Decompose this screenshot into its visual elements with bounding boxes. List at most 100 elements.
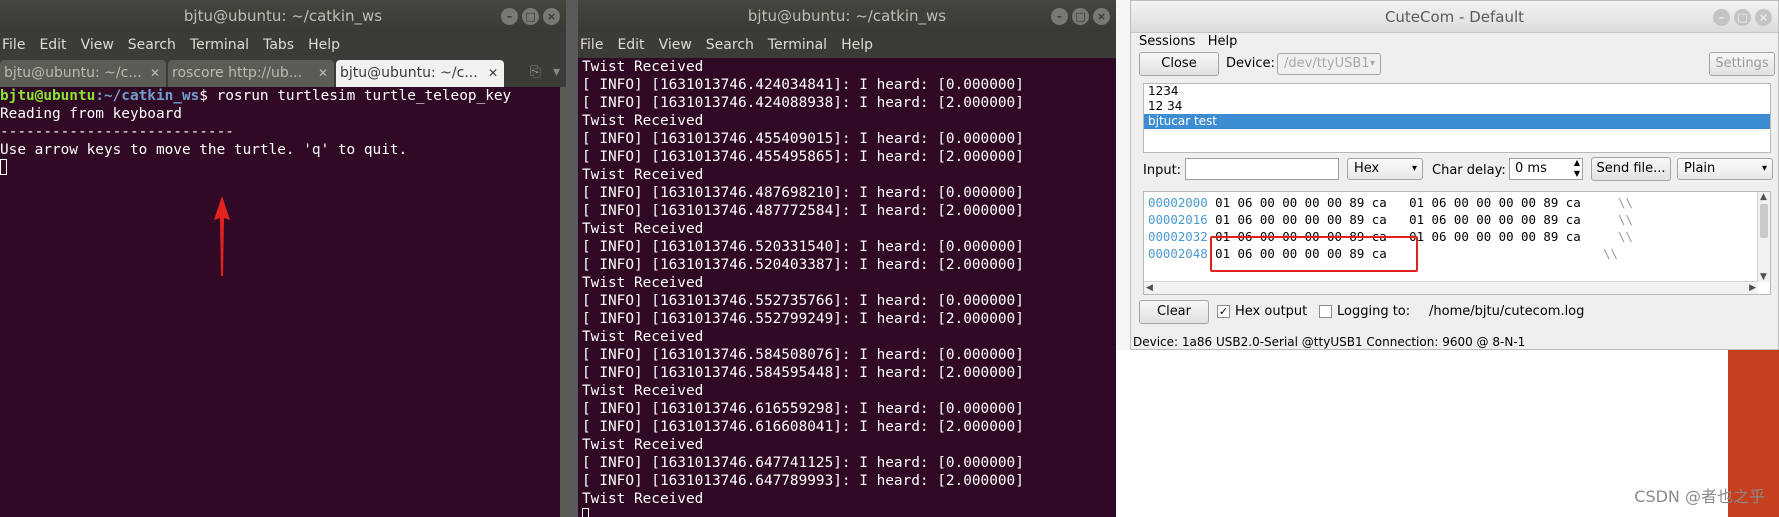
terminal-line: [ INFO] [1631013746.584595448]: I heard:… xyxy=(582,365,1024,381)
menu-view[interactable]: View xyxy=(659,32,692,58)
terminal-line: [ INFO] [1631013746.520403387]: I heard:… xyxy=(582,257,1024,273)
tab-close-icon[interactable]: ✕ xyxy=(150,60,160,87)
terminal-line: Use arrow keys to move the turtle. 'q' t… xyxy=(0,142,408,158)
tab-tools: ⎘ ▾ xyxy=(530,64,560,80)
menu-help[interactable]: Help xyxy=(308,32,340,58)
cutecom-window: CuteCom - Default – □ × Sessions Help Cl… xyxy=(1130,0,1779,350)
input-format-select[interactable]: Hex ▾ xyxy=(1347,158,1423,180)
scroll-down-icon[interactable]: ▼ xyxy=(1760,272,1767,282)
window-controls: – □ × xyxy=(501,8,560,25)
terminal-line: Twist Received xyxy=(582,275,704,291)
terminal-line: [ INFO] [1631013746.552799249]: I heard:… xyxy=(582,311,1024,327)
menu-bar: Sessions Help xyxy=(1139,33,1237,51)
logging-label: Logging to: xyxy=(1337,304,1411,319)
menu-terminal[interactable]: Terminal xyxy=(190,32,249,58)
window-controls: – □ × xyxy=(1713,9,1772,26)
close-icon[interactable]: × xyxy=(1755,9,1772,26)
horizontal-scrollbar[interactable]: ◀ ▶ xyxy=(1144,281,1758,294)
menu-sessions[interactable]: Sessions xyxy=(1139,34,1195,49)
hex-output-checkbox[interactable]: ✓ xyxy=(1217,305,1230,318)
char-delay-value: 0 ms xyxy=(1515,161,1547,176)
tab-close-icon[interactable]: ✕ xyxy=(318,60,328,87)
scroll-left-icon[interactable]: ◀ xyxy=(1146,283,1153,293)
logging-checkbox[interactable] xyxy=(1319,305,1332,318)
list-item-selected[interactable]: bjtucar test xyxy=(1144,114,1770,129)
minimize-icon[interactable]: – xyxy=(1051,8,1068,25)
scrollbar[interactable] xyxy=(560,87,566,517)
vertical-scrollbar[interactable]: ▲ ▼ xyxy=(1757,192,1770,282)
terminal-line: [ INFO] [1631013746.424034841]: I heard:… xyxy=(582,77,1024,93)
status-bar: Device: 1a86 USB2.0-Serial @ttyUSB1 Conn… xyxy=(1133,335,1525,349)
list-item[interactable]: 1234 xyxy=(1144,84,1770,99)
scroll-thumb[interactable] xyxy=(1760,204,1768,238)
scroll-right-icon[interactable]: ▶ xyxy=(1749,283,1756,293)
terminal-window-listener: bjtu@ubuntu: ~/catkin_ws – □ × File Edit… xyxy=(578,0,1116,517)
terminal-line: [ INFO] [1631013746.487772584]: I heard:… xyxy=(582,203,1024,219)
terminal-line: Twist Received xyxy=(582,221,704,237)
send-file-button[interactable]: Send file... xyxy=(1591,157,1671,181)
minimize-icon[interactable]: – xyxy=(501,8,518,25)
close-port-button[interactable]: Close xyxy=(1139,52,1219,76)
menu-search[interactable]: Search xyxy=(128,32,176,58)
window-title: bjtu@ubuntu: ~/catkin_ws xyxy=(578,0,1116,32)
input-field[interactable] xyxy=(1185,158,1339,180)
terminal-line: Twist Received xyxy=(582,167,704,183)
tab-label: bjtu@ubuntu: ~/c... xyxy=(340,65,478,81)
terminal-output[interactable]: bjtu@ubuntu:~/catkin_ws$ rosrun turtlesi… xyxy=(0,87,566,517)
close-icon[interactable]: × xyxy=(543,8,560,25)
command-text: $ rosrun turtlesim turtle_teleop_key xyxy=(199,88,512,104)
settings-button[interactable]: Settings xyxy=(1709,52,1775,76)
line-end-select[interactable]: Plain ▾ xyxy=(1677,158,1773,180)
maximize-icon[interactable]: □ xyxy=(1734,9,1751,26)
output-row: 00002000 01 06 00 00 00 00 89 ca 01 06 0… xyxy=(1148,195,1633,210)
menu-search[interactable]: Search xyxy=(706,32,754,58)
terminal-output[interactable]: Twist Received [ INFO] [1631013746.424034… xyxy=(578,58,1116,517)
terminal-line: Twist Received xyxy=(582,437,704,453)
menu-edit[interactable]: Edit xyxy=(39,32,66,58)
menu-view[interactable]: View xyxy=(81,32,114,58)
chevron-down-icon: ▾ xyxy=(1411,163,1417,174)
tab-close-icon[interactable]: ✕ xyxy=(488,60,498,87)
text-cursor xyxy=(0,159,7,175)
list-item[interactable]: 12 34 xyxy=(1144,99,1770,114)
menu-bar: File Edit View Search Terminal Tabs Help xyxy=(0,32,566,58)
maximize-icon[interactable]: □ xyxy=(522,8,539,25)
terminal-line: [ INFO] [1631013746.616559298]: I heard:… xyxy=(582,401,1024,417)
clear-output-button[interactable]: Clear xyxy=(1139,300,1209,324)
spin-arrows-icon[interactable]: ▲ ▼ xyxy=(1574,157,1580,179)
char-delay-spinbox[interactable]: 0 ms ▲ ▼ xyxy=(1509,158,1583,180)
new-tab-icon[interactable]: ⎘ xyxy=(530,64,541,80)
line-end-value: Plain xyxy=(1684,161,1716,176)
tab-menu-chevron-icon[interactable]: ▾ xyxy=(553,64,560,80)
menu-bar: File Edit View Search Terminal Help xyxy=(578,32,1116,58)
menu-file[interactable]: File xyxy=(580,32,603,58)
command-history-list[interactable]: 1234 12 34 bjtucar test xyxy=(1143,83,1771,153)
tab-label: bjtu@ubuntu: ~/c... xyxy=(4,65,142,81)
menu-help[interactable]: Help xyxy=(841,32,873,58)
menu-edit[interactable]: Edit xyxy=(617,32,644,58)
terminal-line: Twist Received xyxy=(582,113,704,129)
tab-roscore[interactable]: roscore http://ub... ✕ xyxy=(168,60,334,87)
prompt-user: bjtu@ubuntu xyxy=(0,88,96,104)
tab-terminal-1[interactable]: bjtu@ubuntu: ~/c... ✕ xyxy=(0,60,166,87)
maximize-icon[interactable]: □ xyxy=(1072,8,1089,25)
scroll-up-icon[interactable]: ▲ xyxy=(1760,192,1767,202)
terminal-line: --------------------------- xyxy=(0,124,234,140)
device-select[interactable]: /dev/ttyUSB1 ▾ xyxy=(1277,53,1381,75)
terminal-line: [ INFO] [1631013746.647741125]: I heard:… xyxy=(582,455,1024,471)
menu-tabs[interactable]: Tabs xyxy=(263,32,294,58)
menu-terminal[interactable]: Terminal xyxy=(768,32,827,58)
terminal-window-teleop: bjtu@ubuntu: ~/catkin_ws – □ × File Edit… xyxy=(0,0,566,517)
close-icon[interactable]: × xyxy=(1093,8,1110,25)
menu-file[interactable]: File xyxy=(2,32,25,58)
tab-terminal-active[interactable]: bjtu@ubuntu: ~/c... ✕ xyxy=(336,60,504,87)
hex-output-label: Hex output xyxy=(1235,304,1308,319)
device-label: Device: xyxy=(1226,56,1275,71)
terminal-line: [ INFO] [1631013746.616608041]: I heard:… xyxy=(582,419,1024,435)
chevron-down-icon: ▾ xyxy=(1369,58,1375,69)
window-title: bjtu@ubuntu: ~/catkin_ws xyxy=(0,0,566,32)
terminal-line: [ INFO] [1631013746.584508076]: I heard:… xyxy=(582,347,1024,363)
minimize-icon[interactable]: – xyxy=(1713,9,1730,26)
prompt-path: :~/catkin_ws xyxy=(95,88,200,104)
menu-help[interactable]: Help xyxy=(1208,34,1238,49)
